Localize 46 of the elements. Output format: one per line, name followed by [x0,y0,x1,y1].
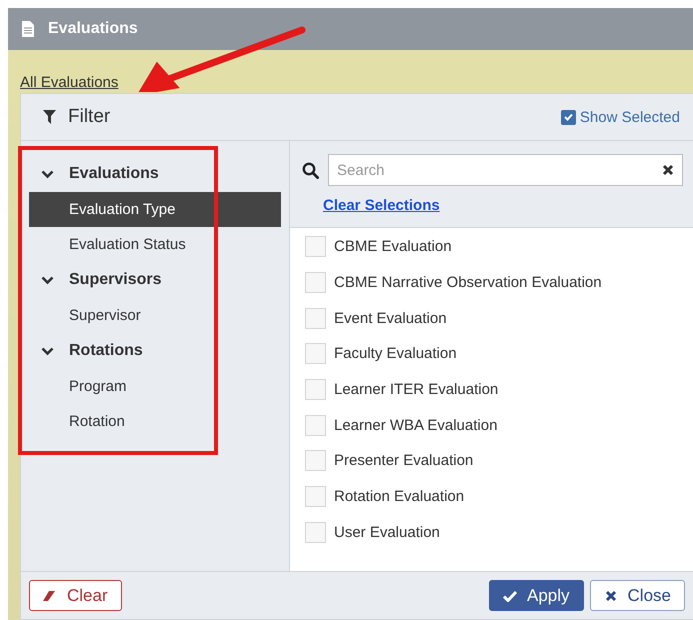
option-label: Faculty Evaluation [334,345,457,362]
checkbox[interactable] [305,236,326,258]
sidebar-item[interactable]: Supervisor [29,298,281,333]
sidebar-group-heading[interactable]: Supervisors [29,262,281,298]
option-label: Rotation Evaluation [334,488,464,506]
option-label: CBME Evaluation [334,238,452,256]
chevron-icon [41,346,54,356]
checkbox[interactable] [305,308,326,329]
filter-title: Filter [68,106,110,128]
check-icon [564,113,573,121]
chevron-icon [41,170,54,178]
close-icon [604,590,618,602]
chevron-icon [41,276,54,284]
check-icon [503,590,517,602]
sidebar-item[interactable]: Evaluation Status [29,227,281,262]
clear-search-icon[interactable] [662,164,674,176]
checkbox[interactable] [305,343,326,364]
checkbox[interactable] [305,486,326,508]
checkbox[interactable] [305,414,326,436]
sidebar-item[interactable]: Rotation [29,404,281,439]
checkbox[interactable] [305,272,326,294]
sidebar-group-heading[interactable]: Rotations [29,333,281,369]
checkbox[interactable] [305,379,326,400]
option-label: Presenter Evaluation [334,452,474,470]
checkbox[interactable] [305,522,326,543]
sidebar-item[interactable]: Evaluation Type [29,192,281,227]
clear-selections-link[interactable]: Clear Selections [323,197,440,214]
sidebar-group-heading[interactable]: Evaluations [29,156,281,192]
search-field[interactable]: Search [328,154,683,186]
option-label: Learner ITER Evaluation [334,381,498,398]
clear-button[interactable]: Clear [29,580,122,611]
option-label: User Evaluation [334,524,440,541]
show-selected-checkbox[interactable]: Show Selected [560,108,680,126]
window-title: Evaluations [48,20,138,38]
option-label: Learner WBA Evaluation [334,416,498,434]
document-icon [22,21,34,37]
checkbox[interactable] [305,450,326,472]
sidebar-item[interactable]: Program [29,369,281,404]
eraser-icon [43,590,57,602]
option-label: Event Evaluation [334,310,447,327]
apply-button[interactable]: Apply [489,580,584,611]
close-button[interactable]: Close [590,580,685,611]
breadcrumb-link[interactable]: All Evaluations [20,74,118,93]
search-icon [302,162,319,178]
filter-icon [43,110,56,124]
option-label: CBME Narrative Observation Evaluation [334,274,602,292]
